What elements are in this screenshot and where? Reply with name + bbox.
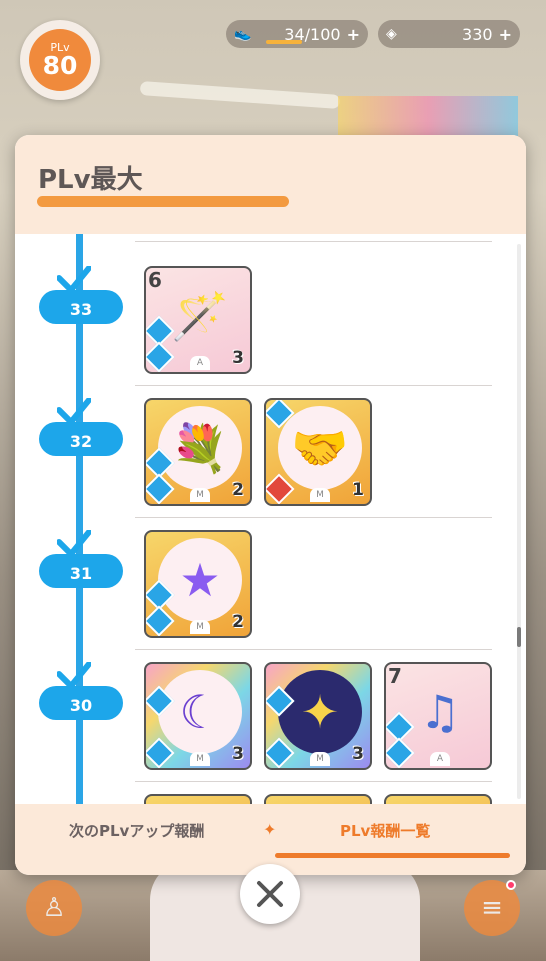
diamond-icon: ◈ [386,26,397,42]
active-tab-underline [275,853,510,858]
reward-list[interactable]: 33 6 🪄 A 3 32 💐 M 2 🤝 M 1 31 ★ M 2 30 ☾ … [15,234,526,804]
hamburger-menu-icon: ≡ [481,893,503,923]
reward-item[interactable] [384,794,492,804]
plv-badge-inner: PLv 80 [29,29,91,91]
stamina-bar [266,40,302,44]
close-icon [257,881,283,907]
stamina-counter[interactable]: 👟 34/100 + [226,20,368,48]
reward-item-dancers[interactable]: 7 ♫ A [384,662,492,770]
tab-separator-icon: ✦ [263,820,277,839]
close-button[interactable] [240,864,300,924]
level-node: 32 [39,422,123,456]
crescent-art-icon: ☾ [179,685,221,739]
background-poster [338,96,518,136]
reward-row-level-32: 32 💐 M 2 🤝 M 1 [15,386,515,518]
reward-type: A [430,752,450,766]
glowstick-art-icon: 🪄 [171,289,229,343]
row-divider [135,241,492,242]
reward-count: 3 [352,744,364,764]
scrollbar-thumb[interactable] [517,627,521,647]
reward-corner-number: 7 [388,664,402,688]
plv-value: 80 [42,50,78,80]
person-icon: ♙ [42,893,66,923]
title-underline [37,196,289,207]
tab-plv-reward-list[interactable]: PLv報酬一覧 [340,820,430,841]
reward-row-level-33: 33 6 🪄 A 3 [15,254,515,386]
hands-art-icon: 🤝 [291,421,349,475]
bouquet-art-icon: 💐 [171,421,229,475]
level-node: 30 [39,686,123,720]
ceiling-light [139,81,341,109]
gem-value: 330 [462,24,493,44]
stamina-add-button[interactable]: + [347,25,360,44]
stars-art-icon: ✦ [300,685,340,739]
dancers-art-icon: ♫ [419,685,461,739]
reward-item-glowstick[interactable]: 6 🪄 A 3 [144,266,252,374]
reward-item[interactable] [264,794,372,804]
reward-count: 2 [232,480,244,500]
reward-row [15,234,515,242]
reward-type: A [190,356,210,370]
reward-item-hands[interactable]: 🤝 M 1 [264,398,372,506]
tab-next-plv-reward[interactable]: 次のPLvアップ報酬 [69,820,204,841]
panel-title: PLv最大 [38,165,143,195]
reward-item-bouquet[interactable]: 💐 M 2 [144,398,252,506]
reward-type: M [310,752,330,766]
gem-counter[interactable]: ◈ 330 + [378,20,520,48]
level-node: 31 [39,554,123,588]
reward-type: M [190,488,210,502]
gem-add-button[interactable]: + [499,25,512,44]
reward-type: M [190,620,210,634]
shoe-icon: 👟 [234,26,252,42]
reward-item-star[interactable]: ★ M 2 [144,530,252,638]
reward-item[interactable] [144,794,252,804]
reward-count: 3 [232,348,244,368]
reward-item-crescent[interactable]: ☾ M 3 [144,662,252,770]
plv-badge[interactable]: PLv 80 [20,20,100,100]
reward-row-level-30: 30 ☾ M 3 ✦ M 3 7 ♫ A [15,650,515,782]
reward-row [15,782,515,804]
notification-dot [506,880,516,890]
reward-count: 2 [232,612,244,632]
star-art-icon: ★ [179,553,221,607]
level-node: 33 [39,290,123,324]
reward-count: 3 [232,744,244,764]
reward-corner-number: 6 [148,268,162,292]
reward-type: M [190,752,210,766]
reward-panel: PLv最大 33 6 🪄 A 3 32 💐 M 2 🤝 M 1 31 ★ M 2… [15,135,526,875]
panel-header: PLv最大 [15,135,526,234]
reward-count: 1 [352,480,364,500]
reward-item-stars[interactable]: ✦ M 3 [264,662,372,770]
scrollbar-track[interactable] [517,244,521,799]
idol-menu-button[interactable]: ♙ [26,880,82,936]
reward-type: M [310,488,330,502]
reward-row-level-31: 31 ★ M 2 [15,518,515,650]
